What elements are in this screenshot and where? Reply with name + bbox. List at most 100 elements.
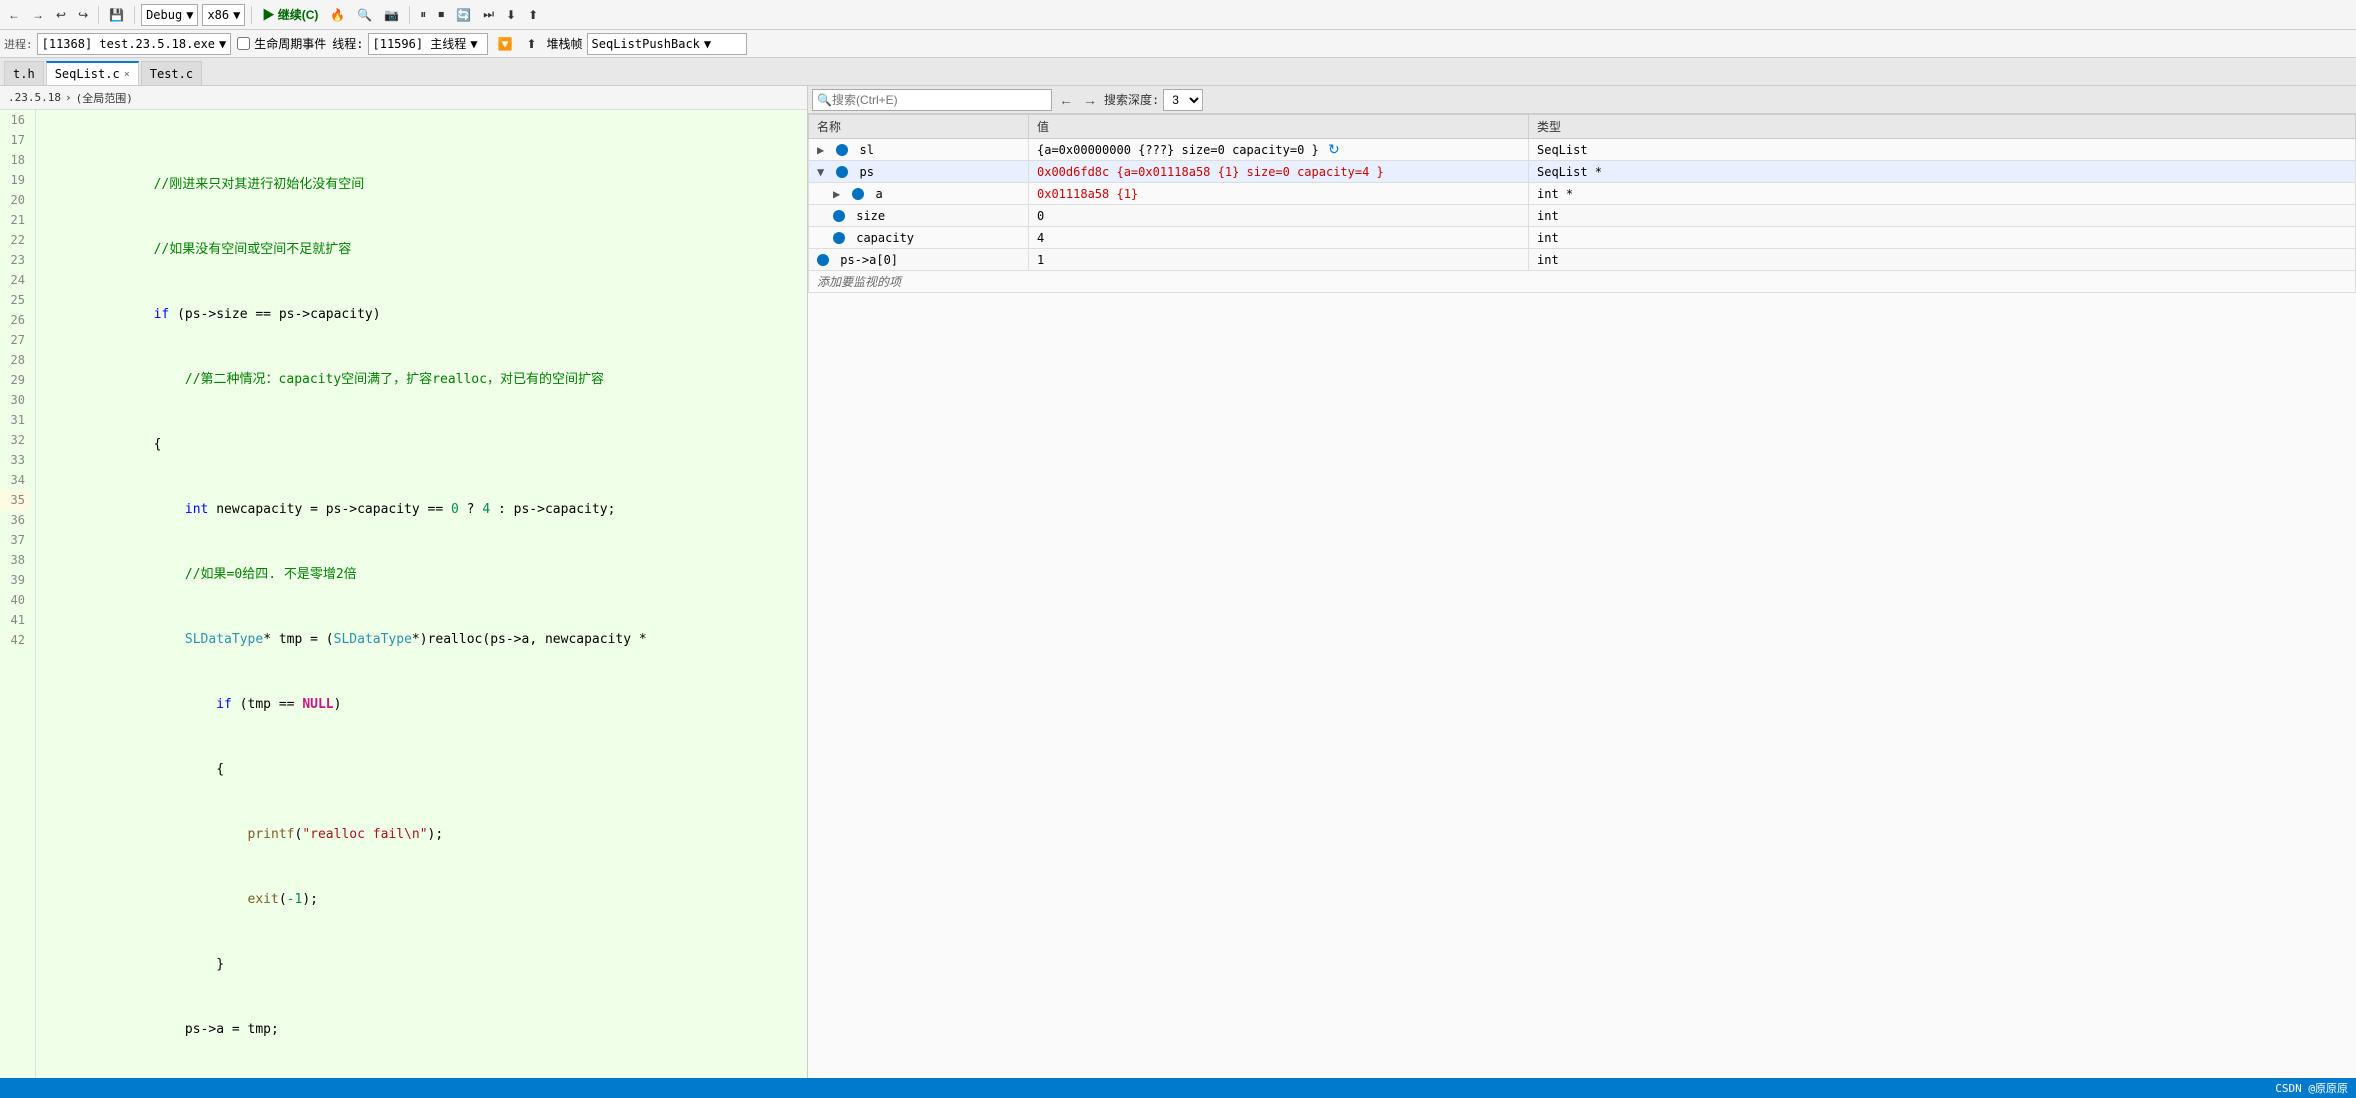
ln-16: 16 (0, 110, 29, 130)
code-line-28: } (44, 935, 807, 955)
sep2 (134, 6, 135, 24)
debug-mode-dropdown[interactable]: Debug ▼ (141, 4, 198, 26)
snapshot-btn[interactable]: 📷 (380, 6, 403, 24)
back-btn[interactable]: ← (4, 6, 24, 24)
code-text: //如果没有空间或空间不足就扩容 (122, 242, 351, 257)
watch-nav-back[interactable]: ← (1056, 92, 1076, 108)
tab-label-test: Test.c (150, 67, 193, 81)
statusbar-text: CSDN @原原原 (2275, 1080, 2348, 1096)
watch-row-sl: ▶ sl {a=0x00000000 {???} size=0 capacity… (809, 139, 2356, 161)
thread-value: [11596] 主线程 (373, 35, 467, 52)
ln-18: 18 (0, 150, 29, 170)
pause-btn[interactable]: ⏸ (416, 5, 430, 24)
search-icon: 🔍 (817, 93, 832, 107)
undo-btn[interactable]: ↩ (52, 6, 70, 24)
search-depth-select[interactable]: 3 1 2 4 5 (1163, 89, 1203, 111)
step-over-btn[interactable]: ⏭ (479, 5, 498, 24)
watch-row-ps-size: size 0 int (809, 205, 2356, 227)
code-line-25: { (44, 740, 807, 760)
stack-label: 堆栈帧 (547, 35, 583, 52)
process-value: [11368] test.23.5.18.exe (42, 37, 215, 51)
tab-seqlist-c[interactable]: SeqList.c × (46, 61, 139, 85)
lifecycle-item: 生命周期事件 (237, 35, 326, 52)
expand-ps[interactable]: ▼ (817, 165, 829, 179)
code-line-23: SLDataType* tmp = (SLDataType*)realloc(p… (44, 610, 807, 630)
ln-26: 26 (0, 310, 29, 330)
icon-ps (836, 166, 848, 178)
col-value-header: 值 (1029, 115, 1529, 139)
watch-value-ps-size[interactable]: 0 (1029, 205, 1529, 227)
ln-28: 28 (0, 350, 29, 370)
code-text: //如果=0给四. 不是零增2倍 (122, 567, 356, 582)
ln-40: 40 (0, 590, 29, 610)
watch-row-ps-a: ▶ a 0x01118a58 {1} int * (809, 183, 2356, 205)
tab-t-h[interactable]: t.h (4, 61, 44, 85)
watch-name-ps-a: ▶ a (809, 183, 1029, 205)
search-code-btn[interactable]: 🔍 (353, 6, 376, 24)
watch-nav-forward[interactable]: → (1080, 92, 1100, 108)
ln-41: 41 (0, 610, 29, 630)
tab-label: t.h (13, 67, 35, 81)
watch-value-ps-a0[interactable]: 1 (1029, 249, 1529, 271)
watch-type-ps-size: int (1529, 205, 2356, 227)
forward-btn[interactable]: → (28, 6, 48, 24)
watch-value-ps-a[interactable]: 0x01118a58 {1} (1029, 183, 1529, 205)
save-btn[interactable]: 💾 (105, 6, 128, 24)
watch-value-ps[interactable]: 0x00d6fd8c {a=0x01118a58 {1} size=0 capa… (1029, 161, 1529, 183)
watch-type-ps-a: int * (1529, 183, 2356, 205)
sep4 (409, 6, 410, 24)
add-watch-label[interactable]: 添加要监视的项 (809, 271, 2356, 293)
watch-type-ps: SeqList * (1529, 161, 2356, 183)
thread-dropdown[interactable]: [11596] 主线程 ▼ (368, 33, 488, 55)
watch-row-ps: ▼ ps 0x00d6fd8c {a=0x01118a58 {1} size=0… (809, 161, 2356, 183)
code-line-29: ps->a = tmp; (44, 1000, 807, 1020)
name-ps: ps (859, 165, 873, 179)
lifecycle-checkbox[interactable] (237, 37, 250, 50)
filter-btn[interactable]: 🔽 (494, 35, 517, 53)
expand-sl[interactable]: ▶ (817, 143, 829, 157)
ln-29: 29 (0, 370, 29, 390)
search-input[interactable] (832, 93, 1047, 107)
code-text: //第二种情况：capacity空间满了，扩容realloc，对已有的空间扩容 (122, 372, 604, 387)
code-area[interactable]: 16 17 18 19 20 21 22 23 24 25 26 27 28 2… (0, 110, 807, 1098)
tab-close-seqlist[interactable]: × (124, 69, 130, 80)
process-label: 进程: (4, 36, 33, 52)
lifecycle-label: 生命周期事件 (254, 35, 326, 52)
watch-value-sl[interactable]: {a=0x00000000 {???} size=0 capacity=0 } … (1029, 139, 1529, 161)
main-layout: .23.5.18 › (全局范围) 16 17 18 19 20 21 22 2… (0, 86, 2356, 1098)
ln-21: 21 (0, 210, 29, 230)
sep3 (251, 6, 252, 24)
tab-test-c[interactable]: Test.c (141, 61, 202, 85)
icon-ps-a (852, 188, 864, 200)
code-text: } (122, 957, 224, 972)
refresh-sl[interactable]: ↻ (1326, 141, 1342, 158)
restart-btn[interactable]: 🔄 (452, 6, 475, 24)
stack-value: SeqListPushBack (592, 37, 700, 51)
arch-dropdown[interactable]: x86 ▼ (202, 4, 245, 26)
icon-sl (836, 144, 848, 156)
step-out-btn[interactable]: ⬆ (524, 6, 542, 24)
code-text (122, 307, 153, 322)
ln-23: 23 (0, 250, 29, 270)
process-dropdown[interactable]: [11368] test.23.5.18.exe ▼ (37, 33, 232, 55)
dropdown-arrow: ▼ (186, 8, 193, 22)
watch-container: 名称 值 类型 ▶ sl {a=0x00000000 { (808, 114, 2356, 1098)
col-type-header: 类型 (1529, 115, 2356, 139)
process-item: 进程: [11368] test.23.5.18.exe ▼ (4, 33, 231, 55)
ln-38: 38 (0, 550, 29, 570)
search-box[interactable]: 🔍 (812, 89, 1052, 111)
watch-value-ps-capacity[interactable]: 4 (1029, 227, 1529, 249)
stop-btn[interactable]: ⏹ (434, 5, 448, 24)
tabs-bar: t.h SeqList.c × Test.c (0, 58, 2356, 86)
sep1 (98, 6, 99, 24)
fire-btn[interactable]: 🔥 (326, 6, 349, 24)
redo-btn[interactable]: ↪ (74, 6, 92, 24)
continue-btn[interactable]: ▶ 继续(C) (258, 4, 322, 25)
ln-22: 22 (0, 230, 29, 250)
stack-dropdown[interactable]: SeqListPushBack ▼ (587, 33, 747, 55)
expand-ps-a[interactable]: ▶ (833, 187, 845, 201)
add-watch-row[interactable]: 添加要监视的项 (809, 271, 2356, 293)
code-line-16: //刚进来只对其进行初始化没有空间 (44, 155, 807, 175)
filter2-btn[interactable]: ⬆ (522, 35, 540, 53)
step-into-btn[interactable]: ⬇ (502, 6, 520, 24)
